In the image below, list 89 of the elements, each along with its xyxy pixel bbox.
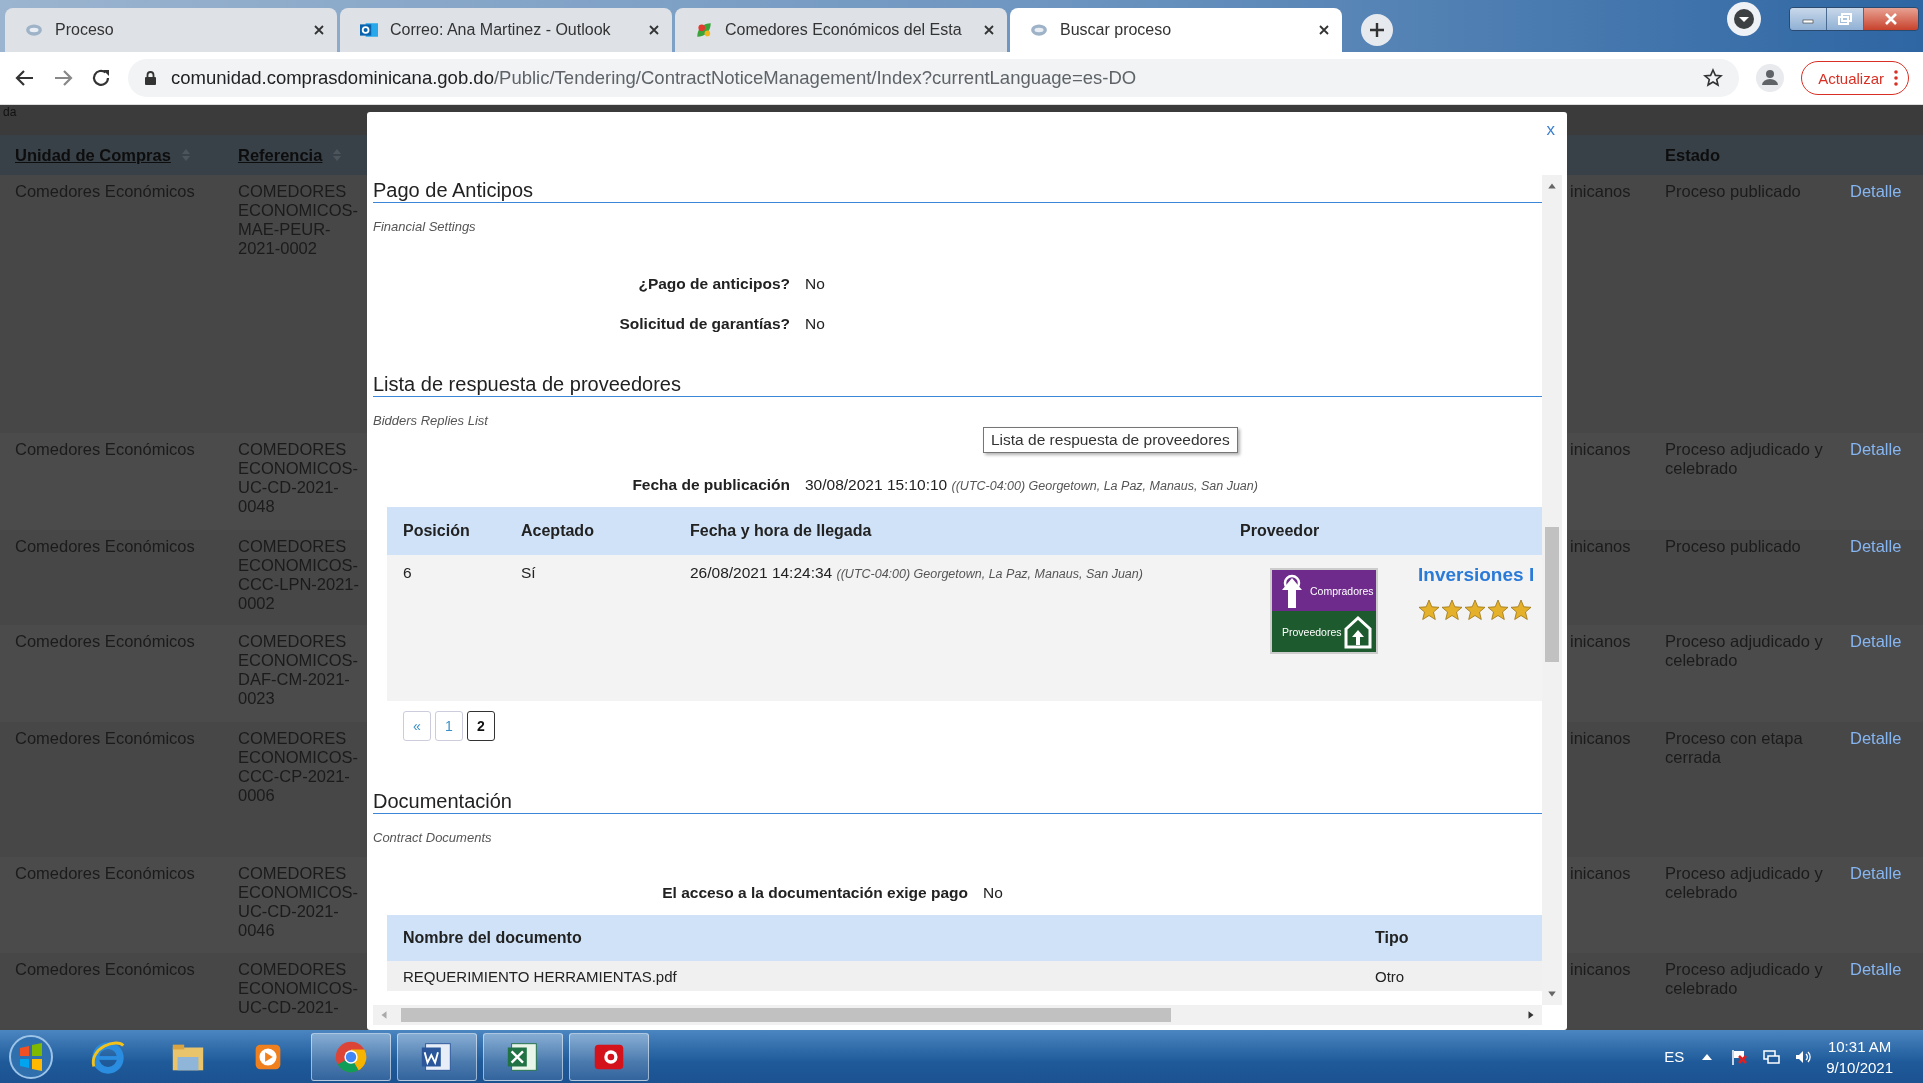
section-subtitle: Bidders Replies List <box>373 413 490 428</box>
close-button[interactable]: x <box>1546 120 1555 140</box>
detail-link[interactable]: Detalle <box>1850 537 1902 555</box>
field-value: No <box>805 314 825 334</box>
tooltip: Lista de respuesta de proveedores <box>983 427 1238 453</box>
field-value: No <box>805 274 825 294</box>
field-label: El acceso a la documentación exige pago <box>661 883 968 903</box>
detail-link[interactable]: Detalle <box>1850 440 1902 458</box>
taskbar-button[interactable] <box>397 1032 477 1081</box>
flag-icon[interactable] <box>1730 1047 1749 1066</box>
browser-tab[interactable]: Comedores Económicos del Esta <box>675 8 1007 52</box>
field-label: ¿Pago de anticipos? <box>637 274 790 294</box>
column-header: Estado <box>1665 145 1720 165</box>
field-value: 30/08/2021 15:10:10 ((UTC-04:00) Georgetown, La Paz, Manaus, San Juan) <box>805 475 1258 495</box>
language-indicator[interactable]: ES <box>1664 1048 1685 1065</box>
table-cell-text: 26/08/2021 14:24:34 ((UTC-04:00) Georgetown, La Paz, Manaus, San Juan) <box>690 564 1144 582</box>
scroll-right-icon[interactable] <box>1526 1010 1536 1020</box>
scrollbar-thumb[interactable] <box>1545 527 1559 662</box>
detail-link[interactable]: Detalle <box>1850 960 1902 978</box>
field-label: Solicitud de garantías? <box>618 314 790 334</box>
section-subtitle: Contract Documents <box>373 830 493 845</box>
column-header: Proveedor <box>1240 522 1321 540</box>
table-cell-text: Sí <box>521 564 537 582</box>
browser-tab[interactable]: Buscar proceso <box>1010 8 1342 52</box>
table-cell-text: 6 <box>403 564 413 582</box>
new-tab-button[interactable] <box>1361 14 1393 46</box>
supplier-badge: Compradores Proveedores <box>1270 568 1378 654</box>
plus-icon <box>1368 21 1386 39</box>
close-icon[interactable] <box>983 24 995 36</box>
profile-menu-icon[interactable] <box>1727 2 1761 36</box>
browser-tab[interactable]: Correo: Ana Martinez - Outlook <box>340 8 672 52</box>
update-button[interactable]: Actualizar <box>1801 61 1909 95</box>
minimize-button[interactable] <box>1790 8 1827 30</box>
star-icon <box>1441 599 1463 621</box>
network-icon[interactable] <box>1762 1047 1781 1066</box>
section-heading: Pago de Anticipos <box>373 178 1542 203</box>
url-path: /Public/Tendering/ContractNoticeManagement/Index?currentLanguage=es-DO <box>493 67 1137 88</box>
section-heading: Documentación <box>373 789 1542 814</box>
table-cell-text: Otro <box>1375 967 1406 985</box>
restore-button[interactable] <box>1827 8 1864 30</box>
restore-icon <box>1838 13 1852 25</box>
address-bar[interactable]: comunidad.comprasdominicana.gob.do/Public/Tendering/ContractNoticeManagement/Index?currentLanguage=es-DO <box>128 59 1740 97</box>
supplier-link[interactable]: Inversiones I <box>1418 564 1535 586</box>
scroll-up-icon[interactable] <box>1547 181 1557 191</box>
clock[interactable]: 10:31 AM 9/10/2021 <box>1826 1035 1893 1078</box>
close-window-button[interactable] <box>1864 8 1918 30</box>
star-icon <box>1464 599 1486 621</box>
detail-link[interactable]: Detalle <box>1850 864 1902 882</box>
close-icon[interactable] <box>313 24 325 36</box>
horizontal-scrollbar[interactable] <box>373 1005 1542 1025</box>
house-icon <box>1344 614 1372 649</box>
start-orb-icon[interactable] <box>8 1033 54 1080</box>
field-value: No <box>983 883 1003 903</box>
column-header: Posición <box>403 522 471 540</box>
taskbar-button[interactable] <box>569 1032 649 1081</box>
star-icon <box>1487 599 1509 621</box>
account-icon[interactable] <box>1755 63 1786 93</box>
leaf-icon <box>695 21 713 39</box>
more-icon <box>1894 70 1898 86</box>
detail-link[interactable]: Detalle <box>1850 632 1902 650</box>
section-heading: Lista de respuesta de proveedores <box>373 372 1542 397</box>
close-icon[interactable] <box>1318 24 1330 36</box>
column-header: Nombre del documento <box>403 929 583 947</box>
reload-icon[interactable] <box>90 67 112 89</box>
page-button[interactable]: 2 <box>467 711 495 741</box>
table-cell-text: REQUERIMIENTO HERRAMIENTAS.pdf <box>403 967 678 985</box>
section-subtitle: Financial Settings <box>373 219 477 234</box>
close-icon[interactable] <box>648 24 660 36</box>
scroll-down-icon[interactable] <box>1547 989 1557 999</box>
close-icon <box>1884 13 1898 25</box>
mail-icon <box>360 21 378 39</box>
lock-icon <box>144 70 157 86</box>
column-header: Tipo <box>1375 929 1410 947</box>
page-button[interactable]: « <box>403 711 431 741</box>
field-label: Fecha de publicación <box>631 475 790 495</box>
column-header: Aceptado <box>521 522 595 540</box>
scrollbar-thumb[interactable] <box>401 1008 1171 1022</box>
url-host: comunidad.comprasdominicana.gob.do <box>171 67 494 88</box>
taskbar-button[interactable] <box>483 1032 563 1081</box>
browser-tab[interactable]: Proceso <box>5 8 337 52</box>
star-icon <box>1418 599 1440 621</box>
vertical-scrollbar[interactable] <box>1542 175 1562 1005</box>
taskbar-button[interactable] <box>311 1032 391 1081</box>
detail-link[interactable]: Detalle <box>1850 182 1902 200</box>
column-header: Fecha y hora de llegada <box>690 522 873 540</box>
star-bookmark-icon[interactable] <box>1703 68 1724 88</box>
detail-link[interactable]: Detalle <box>1850 729 1902 747</box>
star-icon <box>1510 599 1532 621</box>
page-button[interactable]: 1 <box>435 711 463 741</box>
